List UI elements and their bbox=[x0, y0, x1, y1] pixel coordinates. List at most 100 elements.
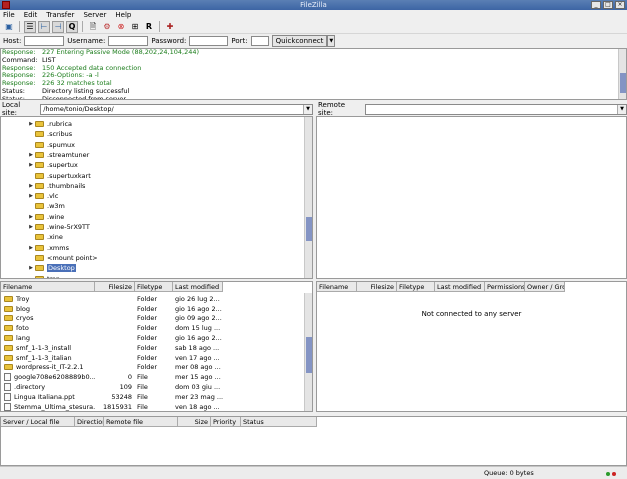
remote-column-owner[interactable]: Owner / Gro bbox=[525, 282, 565, 292]
tree-item[interactable]: .scribus bbox=[27, 129, 72, 139]
column-filetype[interactable]: Filetype bbox=[135, 282, 173, 292]
column-last-modified[interactable]: Last modified bbox=[173, 282, 223, 292]
expand-arrow-icon[interactable]: ▶ bbox=[27, 162, 35, 168]
column-filename[interactable]: Filename bbox=[1, 282, 95, 292]
local-tree-scrollbar[interactable] bbox=[304, 117, 312, 278]
local-tree-scrollbar-thumb[interactable] bbox=[306, 217, 312, 241]
remote-site-dropdown-icon[interactable]: ▼ bbox=[617, 104, 626, 114]
toggle-log-icon[interactable]: ☰ bbox=[24, 20, 36, 33]
file-row[interactable]: cryos Folder gio 09 ago 2... bbox=[1, 314, 243, 324]
file-modified: gio 26 lug 2... bbox=[175, 294, 220, 303]
toggle-remote-tree-icon[interactable]: ⊣ bbox=[52, 20, 64, 33]
quickconnect-button[interactable]: Quickconnect bbox=[271, 35, 328, 47]
status-bar: Queue: 0 bytes bbox=[0, 466, 627, 479]
process-queue-icon[interactable]: ⚙ bbox=[101, 21, 113, 33]
expand-arrow-icon[interactable]: ▶ bbox=[27, 193, 35, 199]
file-row[interactable]: blog Folder gio 16 ago 2... bbox=[1, 304, 243, 314]
minimize-button[interactable]: _ bbox=[591, 1, 601, 9]
queue-column-remote-file[interactable]: Remote file bbox=[104, 417, 178, 427]
queue-column-size[interactable]: Size bbox=[178, 417, 211, 427]
menu-file[interactable]: File bbox=[3, 11, 15, 19]
folder-icon bbox=[4, 354, 13, 361]
tree-item[interactable]: ▶ .vlc bbox=[27, 191, 58, 201]
queue-column-status[interactable]: Status bbox=[241, 417, 317, 427]
tree-item[interactable]: .xine bbox=[27, 232, 63, 242]
tree-item[interactable]: ▶ .xmms bbox=[27, 243, 69, 253]
tree-item[interactable]: <mount point> bbox=[27, 253, 98, 263]
file-row[interactable]: smf_1-1-3_install Folder sab 18 ago ... bbox=[1, 343, 243, 353]
tree-item[interactable]: .w3m bbox=[27, 201, 65, 211]
file-type: Folder bbox=[137, 304, 158, 313]
remote-column-filename[interactable]: Filename bbox=[317, 282, 357, 292]
queue-column-direction[interactable]: Direction bbox=[75, 417, 104, 427]
log-text: 226 32 matches total bbox=[42, 79, 112, 88]
local-file-list-scrollbar[interactable] bbox=[304, 293, 312, 411]
remote-column-last-modified[interactable]: Last modified bbox=[435, 282, 485, 292]
tree-item[interactable]: ▶ .thumbnails bbox=[27, 181, 85, 191]
column-filesize[interactable]: Filesize bbox=[95, 282, 135, 292]
menu-transfer[interactable]: Transfer bbox=[46, 11, 74, 19]
tree-item[interactable]: .supertuxkart bbox=[27, 171, 91, 181]
folder-icon bbox=[35, 162, 44, 169]
expand-arrow-icon[interactable]: ▶ bbox=[27, 183, 35, 189]
password-input[interactable] bbox=[189, 36, 229, 46]
file-row[interactable]: .directory 109 File dom 03 giu ... bbox=[1, 382, 243, 392]
tree-item[interactable]: .spumux bbox=[27, 140, 75, 150]
file-modified: mer 15 ago ... bbox=[175, 373, 221, 382]
expand-arrow-icon[interactable]: ▶ bbox=[27, 214, 35, 220]
file-name: Lingua Italiana.ppt bbox=[14, 392, 75, 401]
host-input[interactable] bbox=[24, 36, 65, 46]
tree-item[interactable]: tmp bbox=[27, 274, 60, 278]
local-file-list-scrollbar-thumb[interactable] bbox=[306, 337, 312, 373]
log-scrollbar-thumb[interactable] bbox=[620, 73, 626, 93]
username-input[interactable] bbox=[108, 36, 149, 46]
file-row[interactable]: wordpress-it_IT-2.2.1 Folder mer 08 ago ..… bbox=[1, 363, 243, 373]
compare-icon[interactable]: ✚ bbox=[164, 21, 176, 33]
toggle-queue-icon[interactable]: Q bbox=[66, 20, 78, 33]
local-site-path[interactable]: /home/tonio/Desktop/ ▼ bbox=[40, 103, 313, 115]
local-file-list-header: Filename Filesize Filetype Last modified bbox=[1, 282, 223, 292]
file-row[interactable]: Troy Folder gio 26 lug 2... bbox=[1, 294, 243, 304]
maximize-button[interactable]: □ bbox=[603, 1, 613, 9]
remote-column-filetype[interactable]: Filetype bbox=[397, 282, 435, 292]
reconnect-icon[interactable]: R bbox=[143, 21, 155, 33]
remote-column-permissions[interactable]: Permissions bbox=[485, 282, 525, 292]
tree-item[interactable]: ▶ .wine bbox=[27, 212, 64, 222]
tree-item[interactable]: ▶ .rubrica bbox=[27, 119, 72, 129]
disconnect-icon[interactable]: ⊞ bbox=[129, 21, 141, 33]
menu-help[interactable]: Help bbox=[115, 11, 131, 19]
tree-item[interactable]: ▶ .wine-5rX9TT bbox=[27, 222, 90, 232]
queue-column-priority[interactable]: Priority bbox=[211, 417, 241, 427]
cancel-icon[interactable]: ⊗ bbox=[115, 21, 127, 33]
remote-column-filesize[interactable]: Filesize bbox=[357, 282, 397, 292]
queue-column-server-local-file[interactable]: Server / Local file bbox=[1, 417, 75, 427]
file-row[interactable]: Stemma_Ultima_stesura... 1815931 File ven 1… bbox=[1, 402, 243, 411]
file-type: File bbox=[137, 402, 148, 411]
file-row[interactable]: google708e6208889b0... 0 File mer 15 ago ..… bbox=[1, 372, 243, 382]
expand-arrow-icon[interactable]: ▶ bbox=[27, 265, 35, 271]
tree-item[interactable]: ▶ .supertux bbox=[27, 160, 78, 170]
log-scrollbar[interactable] bbox=[618, 49, 626, 99]
remote-site-path[interactable]: ▼ bbox=[364, 103, 627, 115]
expand-arrow-icon[interactable]: ▶ bbox=[27, 224, 35, 230]
file-row[interactable]: smf_1-1-3_italian Folder ven 17 ago ... bbox=[1, 353, 243, 363]
not-connected-message: Not connected to any server bbox=[421, 310, 522, 318]
tree-item[interactable]: ▶ Desktop bbox=[27, 263, 76, 273]
expand-arrow-icon[interactable]: ▶ bbox=[27, 245, 35, 251]
toggle-local-tree-icon[interactable]: ⊢ bbox=[38, 20, 50, 33]
port-input[interactable] bbox=[250, 36, 269, 46]
menu-server[interactable]: Server bbox=[83, 11, 106, 19]
file-row[interactable]: foto Folder dom 15 lug ... bbox=[1, 323, 243, 333]
file-row[interactable]: lang Folder gio 16 ago 2... bbox=[1, 333, 243, 343]
tree-item[interactable]: ▶ .streamtuner bbox=[27, 150, 89, 160]
menu-edit[interactable]: Edit bbox=[24, 11, 38, 19]
site-manager-icon[interactable]: ▣ bbox=[3, 21, 15, 33]
quickconnect-dropdown-icon[interactable]: ▼ bbox=[327, 35, 336, 47]
expand-arrow-icon[interactable]: ▶ bbox=[27, 152, 35, 158]
refresh-icon[interactable]: 🗎 bbox=[87, 21, 99, 33]
expand-arrow-icon[interactable]: ▶ bbox=[27, 121, 35, 127]
local-site-dropdown-icon[interactable]: ▼ bbox=[303, 104, 312, 114]
file-modified: dom 03 giu ... bbox=[175, 383, 221, 392]
file-row[interactable]: Lingua Italiana.ppt 53248 File mer 23 mag .… bbox=[1, 392, 243, 402]
close-button[interactable]: × bbox=[615, 1, 625, 9]
